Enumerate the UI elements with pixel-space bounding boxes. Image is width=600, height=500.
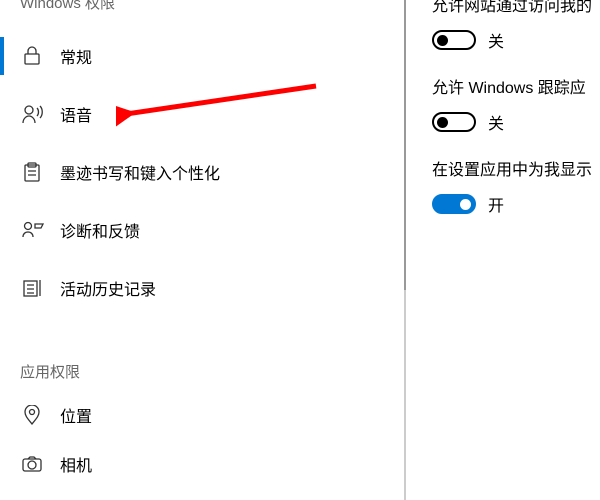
sidebar: Windows 权限 常规 语音 墨迹书写和键入个性化 诊断和反馈 [0, 0, 406, 500]
sidebar-item-general[interactable]: 常规 [0, 27, 406, 85]
sidebar-item-label: 墨迹书写和键入个性化 [60, 160, 220, 184]
toggle-app-launch-tracking[interactable] [432, 112, 476, 132]
main-panel: 允许网站通过访问我的 关 允许 Windows 跟踪应 关 在设置应用中为我显示… [406, 0, 600, 500]
toggle-state-label: 关 [488, 110, 504, 134]
sidebar-item-activity-history[interactable]: 活动历史记录 [0, 259, 406, 317]
history-icon [22, 278, 42, 298]
option-label: 允许网站通过访问我的 [432, 0, 600, 16]
toggle-state-label: 关 [488, 28, 504, 52]
toggle-website-language[interactable] [432, 30, 476, 50]
speech-icon [22, 104, 42, 124]
sidebar-item-label: 常规 [60, 44, 92, 68]
sidebar-section-windows-permissions: Windows 权限 [0, 0, 406, 27]
sidebar-item-speech[interactable]: 语音 [0, 85, 406, 143]
option-app-launch-tracking: 允许 Windows 跟踪应 关 [432, 74, 600, 134]
option-label: 在设置应用中为我显示 [432, 156, 600, 180]
lock-icon [22, 46, 42, 66]
camera-icon [22, 456, 42, 472]
option-label: 允许 Windows 跟踪应 [432, 74, 600, 98]
sidebar-item-label: 活动历史记录 [60, 276, 156, 300]
sidebar-section-app-permissions: 应用权限 [0, 317, 406, 386]
clipboard-icon [22, 162, 42, 182]
sidebar-item-label: 语音 [60, 102, 92, 126]
option-suggested-content: 在设置应用中为我显示 开 [432, 156, 600, 216]
sidebar-item-label: 相机 [60, 452, 92, 476]
option-website-language: 允许网站通过访问我的 关 [432, 0, 600, 52]
sidebar-item-camera[interactable]: 相机 [0, 444, 406, 484]
sidebar-item-label: 位置 [60, 403, 92, 427]
sidebar-item-inking[interactable]: 墨迹书写和键入个性化 [0, 143, 406, 201]
sidebar-item-label: 诊断和反馈 [60, 218, 140, 242]
toggle-suggested-content[interactable] [432, 194, 476, 214]
toggle-state-label: 开 [488, 192, 504, 216]
sidebar-item-feedback[interactable]: 诊断和反馈 [0, 201, 406, 259]
location-icon [22, 405, 42, 425]
feedback-icon [22, 220, 42, 240]
sidebar-item-location[interactable]: 位置 [0, 386, 406, 444]
settings-window: Windows 权限 常规 语音 墨迹书写和键入个性化 诊断和反馈 [0, 0, 600, 500]
